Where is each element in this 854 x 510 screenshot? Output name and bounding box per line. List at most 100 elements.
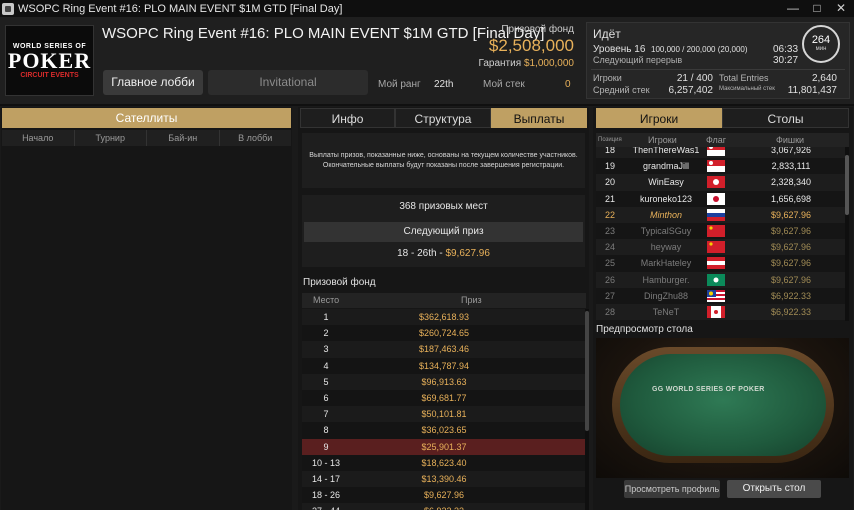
player-chips: $9,627.96 — [770, 274, 812, 285]
player-chips: $9,627.96 — [770, 258, 812, 269]
scrollbar-thumb[interactable] — [845, 155, 849, 215]
payout-prize: $69,681.77 — [421, 392, 467, 403]
level-time: 06:33 — [773, 44, 799, 55]
player-name: TypicalSGuy — [640, 226, 692, 236]
players-scrollbar[interactable] — [845, 147, 849, 321]
player-name: MarkHateley — [640, 258, 692, 269]
player-chips: $9,627.96 — [770, 226, 812, 236]
player-position: 18 — [604, 147, 615, 155]
tab-payouts[interactable]: Выплаты — [491, 108, 587, 128]
minimize-button[interactable]: — — [782, 0, 804, 17]
player-row[interactable]: 25 MarkHateley $9,627.96 — [596, 255, 845, 272]
column-flag[interactable]: Флаг — [706, 135, 726, 145]
window-title: WSOPC Ring Event #16: PLO MAIN EVENT $1M… — [18, 2, 343, 15]
payout-prize: $36,023.65 — [421, 425, 467, 436]
my-stack-value: 0 — [565, 79, 571, 90]
payout-scrollbar[interactable] — [585, 309, 589, 510]
payout-prize: $6,922.33 — [302, 506, 586, 510]
poker-table-felt — [620, 354, 826, 456]
player-row[interactable]: 26 Hamburger. $9,627.96 — [596, 271, 845, 288]
player-row[interactable]: 18 ThenThereWas1 3,067,926 — [596, 147, 845, 159]
flag-icon — [707, 160, 725, 173]
flag-icon — [707, 147, 725, 156]
logo-line-2: POKER — [7, 47, 92, 73]
player-row[interactable]: 21 kuroneko123 1,656,698 — [596, 190, 845, 207]
player-position: 27 — [604, 290, 615, 301]
player-position: 25 — [604, 258, 615, 269]
player-row[interactable]: 20 WinEasy 2,328,340 — [596, 174, 845, 191]
column-buyin[interactable]: Бай-ин — [147, 130, 220, 146]
player-position: 22 — [604, 209, 615, 220]
payout-table[interactable]: 1 $362,618.93 2 $260,724.65 3 $187,463.46 4 $13… — [302, 309, 586, 510]
payout-prize: $13,390.46 — [421, 473, 467, 484]
view-profile-button[interactable]: Просмотреть профиль — [624, 480, 720, 498]
column-players[interactable]: Игроки — [648, 135, 677, 145]
max-stack-label: Максимальный стек — [719, 86, 775, 92]
clock-icon: 264 мин — [802, 25, 840, 63]
payout-row: 27 - 44$6,922.33 — [302, 503, 586, 510]
payout-row: 8 $36,023.65 — [302, 422, 586, 439]
prize-places-box: 368 призовых мест Следующий приз 18 - 26… — [302, 195, 585, 267]
payout-row: 14 - 17 $13,390.46 — [302, 470, 586, 488]
tab-tables[interactable]: Столы — [722, 108, 849, 128]
players-table-header: Позиция Игроки Флаг Фишки — [596, 133, 849, 147]
flag-icon — [707, 273, 725, 286]
players-value: 21 / 400 — [676, 73, 713, 84]
players-label: Игроки — [593, 73, 622, 83]
total-entries-label: Total Entries — [719, 73, 769, 83]
player-name: Hamburger. — [642, 274, 690, 285]
player-row[interactable]: 23 TypicalSGuy $9,627.96 — [596, 223, 845, 240]
tab-info[interactable]: Инфо — [300, 108, 395, 128]
next-prize-label: Следующий приз — [304, 222, 583, 242]
player-name: DingZhu88 — [643, 290, 689, 301]
player-chips: $6,922.33 — [770, 290, 812, 301]
main-lobby-button[interactable]: Главное лобби — [103, 70, 203, 95]
player-position: 23 — [604, 226, 615, 236]
player-name: TeNeT — [652, 307, 680, 317]
invitational-button[interactable]: Invitational — [208, 70, 368, 95]
guarantee-label: Гарантия — [478, 58, 522, 69]
player-position: 28 — [604, 307, 615, 317]
player-chips: $6,922.33 — [770, 307, 812, 317]
player-name: WinEasy — [648, 177, 684, 188]
table-preview: GG WORLD SERIES OF POKER — [596, 338, 849, 478]
maximize-button[interactable]: □ — [806, 0, 828, 17]
player-position: 26 — [604, 274, 615, 285]
payout-note-line-2: Окончательные выплаты будут показаны пос… — [322, 162, 565, 169]
player-chips: 1,656,698 — [770, 193, 812, 204]
player-name: heyway — [650, 242, 682, 253]
player-row[interactable]: 24 heyway $9,627.96 — [596, 239, 845, 256]
next-break-label: Следующий перерыв — [593, 55, 683, 65]
wsop-logo: WORLD SERIES OF POKER CIRCUIT EVENTS — [5, 25, 94, 96]
tab-players[interactable]: Игроки — [596, 108, 722, 128]
players-table[interactable]: 18 ThenThereWas1 3,067,926 19 grandmaJill 2,8… — [596, 147, 849, 321]
column-in-lobby[interactable]: В лобби — [220, 130, 292, 146]
column-prize: Приз — [461, 295, 482, 305]
my-rank-label: Мой ранг — [378, 79, 421, 90]
payout-prize: $96,913.63 — [421, 376, 467, 387]
close-button[interactable]: ✕ — [830, 0, 852, 17]
player-row[interactable]: 19 grandmaJill 2,833,111 — [596, 158, 845, 175]
player-chips: 2,833,111 — [771, 161, 811, 172]
player-row[interactable]: 28 TeNeT $6,922.33 — [596, 304, 845, 321]
blinds: 100,000 / 200,000 (20,000) — [651, 45, 748, 54]
player-chips: $9,627.96 — [770, 209, 812, 220]
player-position: 21 — [604, 193, 615, 204]
player-row[interactable]: 22 Minthon $9,627.96 — [596, 206, 845, 223]
open-table-button[interactable]: Открыть стол — [727, 480, 821, 498]
player-row[interactable]: 27 DingZhu88 $6,922.33 — [596, 287, 845, 304]
column-tournament[interactable]: Турнир — [75, 130, 147, 146]
my-rank-value: 22th — [434, 79, 454, 90]
column-position[interactable]: Позиция — [598, 137, 622, 143]
scrollbar-thumb[interactable] — [585, 311, 589, 431]
tab-structure[interactable]: Структура — [395, 108, 491, 128]
payout-prize: $50,101.81 — [421, 409, 467, 420]
column-chips[interactable]: Фишки — [776, 135, 804, 145]
flag-icon — [707, 176, 725, 189]
my-stack-label: Мой стек — [483, 79, 525, 90]
column-start[interactable]: Начало — [2, 130, 75, 146]
payout-table-header: Место Приз — [302, 293, 586, 308]
payout-prize: $362,618.93 — [418, 312, 470, 322]
table-preview-label: Предпросмотр стола — [596, 324, 693, 335]
avg-stack-value: 6,257,402 — [668, 85, 714, 96]
